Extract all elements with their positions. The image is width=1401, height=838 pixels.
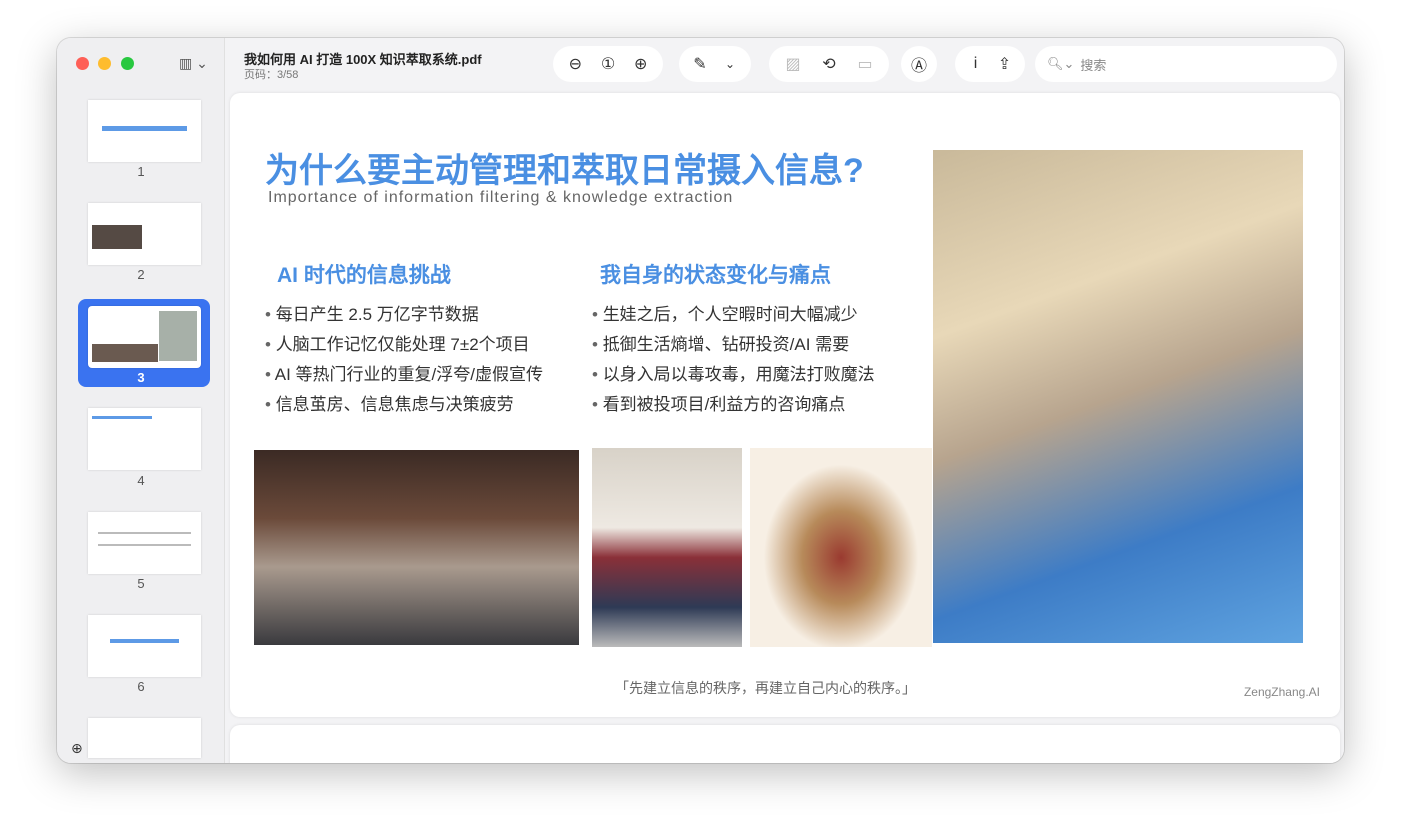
close-button[interactable] [76, 57, 89, 70]
markup-icon[interactable]: Ⓐ [905, 50, 933, 78]
thumbnail-label: 2 [137, 267, 145, 282]
slide-title: 为什么要主动管理和萃取日常摄入信息? [265, 152, 864, 190]
bullet: 人脑工作记忆仅能处理 7±2个项目 [265, 334, 543, 364]
next-pdf-page [230, 725, 1340, 763]
rotate-icon[interactable]: ⟲ [815, 50, 843, 78]
toddler-photo [592, 448, 742, 647]
sidebar-toggle-icon[interactable]: ▥ ⌄ [179, 55, 208, 72]
right-bullets: 生娃之后，个人空暇时间大幅减少 抵御生活熵增、钻研投资/AI 需要 以身入局以毒… [592, 304, 875, 424]
slide-subtitle: Importance of information filtering & kn… [268, 189, 734, 206]
thumbnail-page-2[interactable] [88, 203, 201, 265]
pdf-page: 为什么要主动管理和萃取日常摄入信息? Importance of informa… [230, 93, 1340, 717]
info-icon[interactable]: i [962, 50, 990, 78]
thumbnail-page-3[interactable] [88, 306, 201, 368]
right-heading: 我自身的状态变化与痛点 [600, 264, 831, 287]
document-area: 我如何用 AI 打造 100X 知识萃取系统.pdf 页码：3/58 ⊖ ① ⊕… [225, 38, 1344, 763]
left-bullets: 每日产生 2.5 万亿字节数据 人脑工作记忆仅能处理 7±2个项目 AI 等热门… [265, 304, 543, 424]
search-input[interactable]: 🔍︎⌄ 搜索 [1035, 46, 1337, 82]
sign-icon[interactable]: ▭ [851, 50, 879, 78]
actual-size-icon[interactable]: ① [594, 50, 622, 78]
cartoon-toddler-illustration [750, 448, 932, 647]
bullet: AI 等热门行业的重复/浮夸/虚假宣传 [265, 364, 543, 394]
selfie-with-baby-photo [933, 150, 1303, 643]
bullet: 信息茧房、信息焦虑与决策疲劳 [265, 394, 543, 424]
zoom-button[interactable] [121, 57, 134, 70]
preview-window: ▥ ⌄ 1 2 3 4 5 6 ⊕ 我如何用 AI 打造 100X 知识萃取系统… [57, 38, 1344, 763]
zoom-out-icon[interactable]: ⊖ [561, 50, 589, 78]
page-indicator: 页码：3/58 [244, 69, 299, 81]
thumbnail-page-4[interactable] [88, 408, 201, 470]
bullet: 抵御生活熵增、钻研投资/AI 需要 [592, 334, 875, 364]
bullet: 每日产生 2.5 万亿字节数据 [265, 304, 543, 334]
search-icon: 🔍︎⌄ [1047, 56, 1075, 71]
crop-icon[interactable]: ▨ [779, 50, 807, 78]
bullet: 以身入局以毒攻毒，用魔法打败魔法 [592, 364, 875, 394]
brand-watermark: ZengZhang.AI [1243, 685, 1320, 699]
thumbnail-sidebar: ▥ ⌄ 1 2 3 4 5 6 ⊕ [57, 38, 225, 763]
thumbnail-label: 3 [137, 370, 145, 385]
thumbnail-label: 6 [137, 679, 145, 694]
thumbnail-page-1[interactable] [88, 100, 201, 162]
thumbnail-label: 4 [137, 473, 145, 488]
thumbnail-label: 1 [137, 164, 145, 179]
group-meeting-photo [254, 450, 579, 645]
thumbnail-page-5[interactable] [88, 512, 201, 574]
thumbnail-page-7[interactable] [88, 718, 201, 758]
add-page-icon[interactable]: ⊕ [71, 740, 83, 757]
highlight-pen-icon[interactable]: ✎ [686, 50, 714, 78]
chevron-down-icon[interactable]: ⌄ [716, 50, 744, 78]
thumbnail-label: 5 [137, 576, 145, 591]
search-placeholder: 搜索 [1080, 57, 1107, 73]
left-heading: AI 时代的信息挑战 [277, 264, 451, 287]
bullet: 看到被投项目/利益方的咨询痛点 [592, 394, 875, 424]
thumbnail-page-6[interactable] [88, 615, 201, 677]
bullet: 生娃之后，个人空暇时间大幅减少 [592, 304, 875, 334]
minimize-button[interactable] [98, 57, 111, 70]
slide-quote: 「先建立信息的秩序，再建立自己内心的秩序。」 [615, 680, 916, 696]
zoom-in-icon[interactable]: ⊕ [627, 50, 655, 78]
share-icon[interactable]: ⇪ [991, 50, 1019, 78]
